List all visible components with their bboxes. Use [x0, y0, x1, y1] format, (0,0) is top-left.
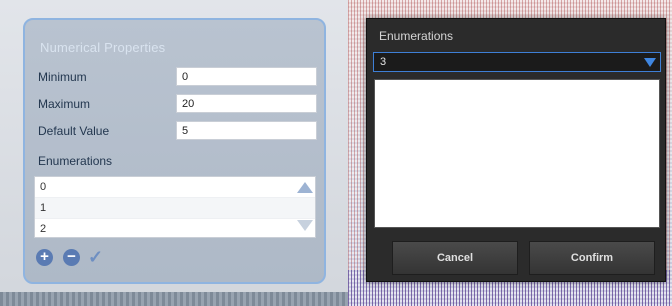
confirm-button[interactable]: Confirm: [529, 241, 655, 275]
panel-title: Numerical Properties: [40, 40, 166, 55]
list-item[interactable]: 0: [35, 177, 315, 198]
plus-circle-icon[interactable]: +: [36, 249, 53, 266]
enumeration-select[interactable]: 3: [373, 52, 661, 72]
enumerations-label: Enumerations: [38, 154, 113, 168]
dialog-title: Enumerations: [379, 29, 454, 43]
enumerations-list[interactable]: 0 1 2: [34, 176, 316, 238]
dialog-list-area[interactable]: [374, 79, 660, 228]
list-item[interactable]: 1: [35, 198, 315, 219]
minimum-input[interactable]: 0: [176, 67, 317, 86]
minimum-label: Minimum: [38, 70, 87, 84]
enumerations-dialog: Enumerations 3 Cancel Confirm: [366, 18, 666, 282]
maximum-label: Maximum: [38, 97, 91, 111]
bottom-strip: [0, 292, 348, 306]
select-value: 3: [380, 56, 387, 68]
default-value-input[interactable]: 5: [176, 121, 317, 140]
list-item[interactable]: 2: [35, 219, 315, 237]
check-icon[interactable]: ✓: [88, 247, 103, 268]
minus-circle-icon[interactable]: −: [63, 249, 80, 266]
maximum-input[interactable]: 20: [176, 94, 317, 113]
cancel-button[interactable]: Cancel: [392, 241, 518, 275]
scroll-down-arrow-icon[interactable]: [297, 220, 313, 231]
scroll-up-arrow-icon[interactable]: [297, 182, 313, 193]
dropdown-arrow-icon[interactable]: [644, 58, 656, 67]
default-value-label: Default Value: [38, 124, 110, 138]
numerical-properties-panel: Numerical Properties Minimum 0 Maximum 2…: [23, 18, 326, 284]
